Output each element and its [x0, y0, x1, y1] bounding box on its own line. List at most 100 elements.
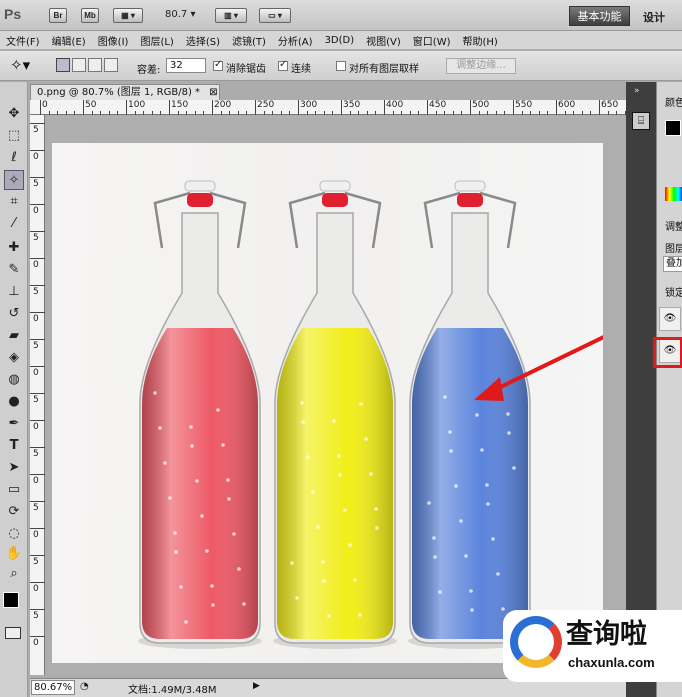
- selection-mode-group: [56, 58, 118, 74]
- history-panel-icon[interactable]: ⌸: [632, 112, 650, 130]
- shape-tool-icon[interactable]: ▭: [4, 480, 24, 500]
- antialias-label: 消除锯齿: [226, 64, 266, 75]
- workspace-essentials-button[interactable]: 基本功能: [569, 6, 630, 26]
- ruler-tick: [40, 100, 41, 115]
- adjustments-panel-tab[interactable]: 调整: [665, 218, 682, 233]
- hand-tool-icon[interactable]: ✋: [4, 544, 24, 564]
- menu-analysis[interactable]: 分析(A): [272, 33, 319, 48]
- minibridge-button[interactable]: Mb: [81, 8, 99, 23]
- brush-tool-icon[interactable]: ✎: [4, 260, 24, 280]
- lock-label: 锁定: [665, 288, 682, 299]
- panel-dock-strip: » ⌸: [626, 82, 656, 697]
- color-panel-tab[interactable]: 颜色: [665, 94, 682, 109]
- bubble: [512, 466, 516, 470]
- bridge-button[interactable]: Br: [49, 8, 67, 23]
- type-tool-icon[interactable]: T: [4, 436, 24, 456]
- menu-3d[interactable]: 3D(D): [319, 35, 361, 46]
- ruler-label: 5: [33, 557, 39, 567]
- add-selection-icon[interactable]: [72, 58, 86, 72]
- magic-wand-preset-icon[interactable]: ✧▾: [10, 56, 30, 74]
- clone-stamp-tool-icon[interactable]: ⊥: [4, 282, 24, 302]
- ruler-tick: [30, 636, 45, 637]
- menu-bar: 文件(F) 编辑(E) 图像(I) 图层(L) 选择(S) 滤镜(T) 分析(A…: [0, 31, 682, 50]
- 3d-orbit-tool-icon[interactable]: ◌: [4, 524, 24, 544]
- refine-edge-button[interactable]: 调整边缘...: [446, 58, 516, 74]
- eyedropper-tool-icon[interactable]: ⁄: [4, 214, 24, 234]
- menu-view[interactable]: 视图(V): [360, 33, 407, 48]
- ruler-label: 5: [33, 287, 39, 297]
- crop-tool-icon[interactable]: ⌗: [4, 192, 24, 212]
- layer-visibility-eye-icon[interactable]: 👁: [659, 307, 681, 331]
- bubble: [449, 449, 453, 453]
- bubble: [322, 579, 326, 583]
- ruler-label: 100: [128, 100, 146, 110]
- eraser-tool-icon[interactable]: ▰: [4, 326, 24, 346]
- zoom-level-select[interactable]: 80.7 ▾: [165, 9, 195, 20]
- new-selection-icon[interactable]: [56, 58, 70, 72]
- menu-layer[interactable]: 图层(L): [134, 33, 179, 48]
- ruler-tick: [30, 204, 45, 205]
- menu-file[interactable]: 文件(F): [0, 33, 46, 48]
- toolbox: ✥ ⬚ ℓ ✧ ⌗ ⁄ ✚ ✎ ⊥ ↺ ▰ ◈ ◍ ● ✒ T ➤ ▭ ⟳ ◌ …: [0, 82, 28, 697]
- arrange-documents-button[interactable]: ▥ ▾: [215, 8, 247, 23]
- move-tool-icon[interactable]: ✥: [4, 104, 24, 124]
- sample-all-layers-checkbox[interactable]: [336, 61, 346, 71]
- menu-window[interactable]: 窗口(W): [407, 33, 457, 48]
- color-spectrum-bar[interactable]: [665, 187, 682, 201]
- healing-brush-tool-icon[interactable]: ✚: [4, 238, 24, 258]
- screen-mode-button[interactable]: ▭ ▾: [259, 8, 291, 23]
- bubble: [232, 532, 236, 536]
- view-extras-button[interactable]: ▦ ▾: [113, 8, 143, 23]
- ruler-label: 0: [33, 476, 39, 486]
- status-icon[interactable]: ◔: [80, 681, 89, 692]
- ruler-label: 500: [472, 100, 490, 110]
- document-tab[interactable]: 0.png @ 80.7% (图层 1, RGB/8) * ⊠: [30, 84, 220, 100]
- blend-mode-select[interactable]: 叠加: [663, 256, 682, 272]
- ruler-tick: [30, 420, 45, 421]
- workspace-design-button[interactable]: 设计: [643, 9, 665, 25]
- antialias-checkbox[interactable]: [213, 59, 223, 71]
- foreground-color-swatch[interactable]: [3, 592, 19, 608]
- bubble: [242, 602, 246, 606]
- ruler-tick: [30, 258, 45, 259]
- tolerance-input[interactable]: 32: [166, 58, 206, 73]
- ruler-label: 5: [33, 179, 39, 189]
- status-zoom-field[interactable]: 80.67%: [31, 680, 75, 695]
- path-selection-tool-icon[interactable]: ➤: [4, 458, 24, 478]
- bubble: [316, 525, 320, 529]
- ruler-label: 0: [33, 530, 39, 540]
- collapse-dock-icon[interactable]: »: [634, 86, 640, 96]
- ruler-label: 300: [300, 100, 318, 110]
- document-image[interactable]: [52, 143, 613, 663]
- intersect-selection-icon[interactable]: [104, 58, 118, 72]
- close-tab-icon[interactable]: ⊠: [209, 87, 217, 98]
- menu-filter[interactable]: 滤镜(T): [226, 33, 272, 48]
- history-brush-tool-icon[interactable]: ↺: [4, 304, 24, 324]
- pen-tool-icon[interactable]: ✒: [4, 414, 24, 434]
- bubble: [327, 614, 331, 618]
- paint-bucket-tool-icon[interactable]: ◈: [4, 348, 24, 368]
- bubble: [216, 408, 220, 412]
- menu-help[interactable]: 帮助(H): [457, 33, 504, 48]
- quick-mask-icon[interactable]: [5, 627, 21, 639]
- marquee-tool-icon[interactable]: ⬚: [4, 126, 24, 146]
- bubble: [443, 395, 447, 399]
- magic-wand-tool-icon[interactable]: ✧: [4, 170, 24, 190]
- blur-tool-icon[interactable]: ◍: [4, 370, 24, 390]
- bubble: [163, 461, 167, 465]
- 3d-rotate-tool-icon[interactable]: ⟳: [4, 502, 24, 522]
- bubble: [501, 607, 505, 611]
- menu-image[interactable]: 图像(I): [92, 33, 135, 48]
- dodge-tool-icon[interactable]: ●: [4, 392, 24, 412]
- menu-edit[interactable]: 编辑(E): [46, 33, 92, 48]
- subtract-selection-icon[interactable]: [88, 58, 102, 72]
- menu-select[interactable]: 选择(S): [180, 33, 226, 48]
- ruler-tick: [30, 285, 45, 286]
- lasso-tool-icon[interactable]: ℓ: [4, 148, 24, 168]
- zoom-tool-icon[interactable]: ⌕: [4, 564, 24, 584]
- layers-panel-tab[interactable]: 图层: [665, 240, 682, 255]
- contiguous-checkbox[interactable]: [278, 59, 288, 71]
- bubble: [448, 430, 452, 434]
- panel-foreground-swatch[interactable]: [665, 120, 681, 136]
- status-menu-arrow[interactable]: ▶: [253, 681, 260, 691]
